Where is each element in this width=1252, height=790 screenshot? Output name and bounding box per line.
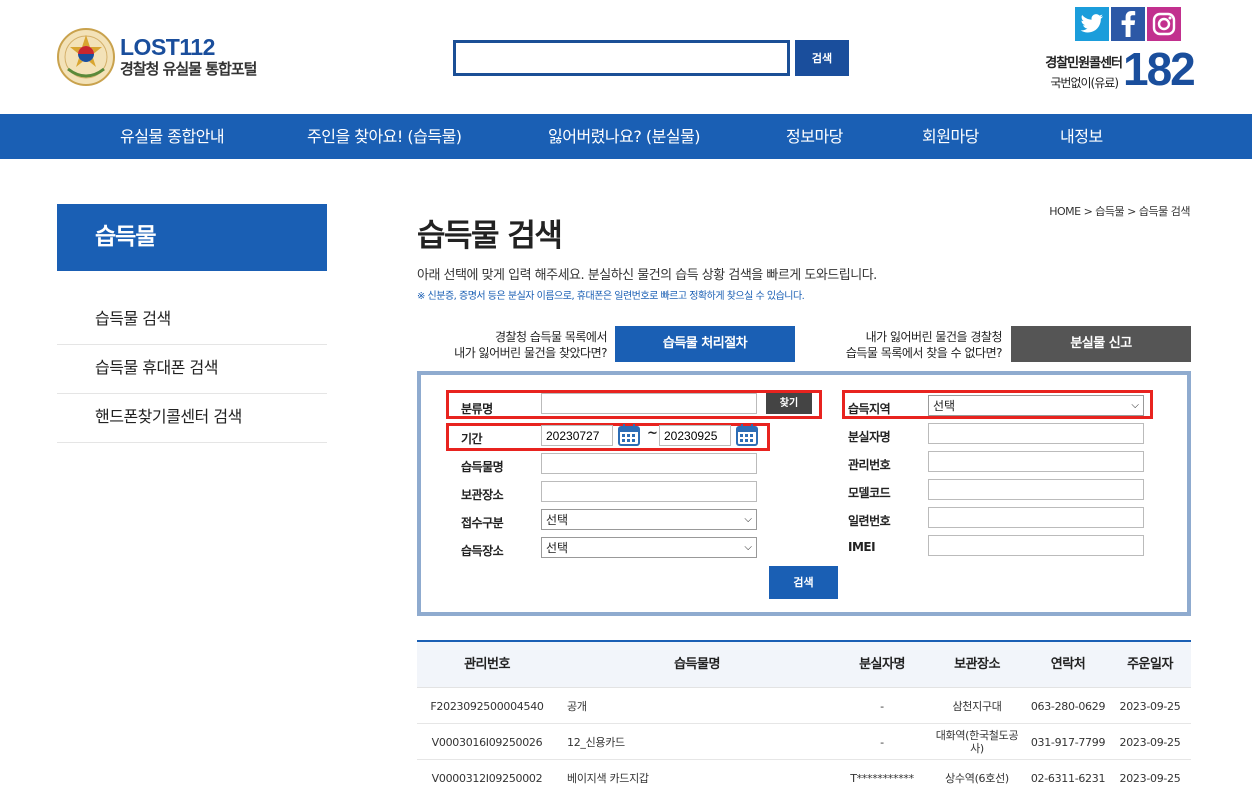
sidebar-title: 습득물 bbox=[57, 204, 327, 271]
nav-item-info[interactable]: 정보마당 bbox=[786, 114, 843, 159]
call-center-number: 182 bbox=[1123, 43, 1196, 95]
page-title: 습득물 검색 bbox=[417, 218, 563, 254]
nav-item-myinfo[interactable]: 내정보 bbox=[1060, 114, 1103, 159]
date-to-input[interactable] bbox=[659, 425, 731, 446]
place-select[interactable]: 선택 ⌵ bbox=[541, 537, 757, 558]
mgmt-number-input[interactable] bbox=[928, 451, 1144, 472]
call-center: 경찰민원콜센터 국번없이(유료) 182 bbox=[1030, 43, 1200, 95]
nav-item-lost[interactable]: 잃어버렸나요? (분실물) bbox=[548, 114, 701, 159]
instagram-icon[interactable] bbox=[1147, 7, 1181, 41]
imei-input[interactable] bbox=[928, 535, 1144, 556]
breadcrumb-current: 습득물 검색 bbox=[1138, 205, 1191, 218]
table-row[interactable]: F2023092500004540 공개 - 삼천지구대 063-280-062… bbox=[417, 688, 1191, 724]
place-label: 습득장소 bbox=[461, 544, 504, 558]
header-search: 검색 bbox=[453, 40, 849, 76]
sidebar-item-found-search[interactable]: 습득물 검색 bbox=[57, 296, 327, 345]
logo-subtitle: 경찰청 유실물 통합포털 bbox=[120, 60, 257, 78]
nav-item-found[interactable]: 주인을 찾아요! (습득물) bbox=[307, 114, 462, 159]
category-find-button[interactable]: 찾기 bbox=[766, 393, 812, 414]
chevron-right-icon: > bbox=[1083, 205, 1096, 218]
col-item-name: 습득물명 bbox=[674, 657, 720, 672]
chevron-down-icon: ⌵ bbox=[1131, 400, 1139, 411]
found-procedure-button[interactable]: 습득물 처리절차 bbox=[615, 326, 795, 362]
serial-number-input[interactable] bbox=[928, 507, 1144, 528]
logo-title: LOST112 bbox=[120, 34, 215, 60]
col-contact: 연락처 bbox=[1050, 657, 1086, 672]
breadcrumb-home[interactable]: HOME bbox=[1049, 205, 1081, 218]
breadcrumb: HOME > 습득물 > 습득물 검색 bbox=[1049, 203, 1190, 219]
period-label: 기간 bbox=[461, 432, 483, 446]
table-row[interactable]: V0000312I09250002 베이지색 카드지갑 T***********… bbox=[417, 760, 1191, 790]
table-header: 관리번호 습득물명 분실자명 보관장소 연락처 주운일자 bbox=[417, 642, 1191, 688]
receipt-select[interactable]: 선택 ⌵ bbox=[541, 509, 757, 530]
search-form: 분류명 찾기 기간 ~ 습득물명 보관장소 접수구분 선택⌵ 습득장소 선택⌵ … bbox=[417, 371, 1191, 616]
receipt-label: 접수구분 bbox=[461, 516, 504, 530]
date-separator: ~ bbox=[647, 426, 658, 441]
col-mgmt-number: 관리번호 bbox=[464, 657, 510, 672]
lost-report-button[interactable]: 분실물 신고 bbox=[1011, 326, 1191, 362]
category-label: 분류명 bbox=[461, 402, 493, 416]
promo-right-text: 내가 잃어버린 물건을 경찰청 습득물 목록에서 찾을 수 없다면? bbox=[845, 330, 1003, 360]
date-from-input[interactable] bbox=[541, 425, 613, 446]
page-description: 아래 선택에 맞게 입력 해주세요. 분실하신 물건의 습득 상황 검색을 빠르… bbox=[417, 268, 877, 283]
nav-item-member[interactable]: 회원마당 bbox=[922, 114, 979, 159]
item-name-input[interactable] bbox=[541, 453, 757, 474]
results-table: 관리번호 습득물명 분실자명 보관장소 연락처 주운일자 F2023092500… bbox=[417, 640, 1191, 790]
mgmt-number-label: 관리번호 bbox=[848, 458, 891, 472]
site-logo[interactable]: LOST112 경찰청 유실물 통합포털 bbox=[56, 27, 257, 87]
col-date: 주운일자 bbox=[1127, 657, 1173, 672]
police-emblem-icon bbox=[57, 28, 115, 86]
sidebar-item-phone-search[interactable]: 습득물 휴대폰 검색 bbox=[57, 345, 327, 394]
calendar-icon[interactable] bbox=[736, 424, 758, 446]
table-row[interactable]: V0003016I09250026 12_신용카드 - 대화역(한국철도공사) … bbox=[417, 724, 1191, 760]
site-header: LOST112 경찰청 유실물 통합포털 검색 경찰민원콜센터 국번없이(유료)… bbox=[0, 0, 1252, 114]
chevron-right-icon: > bbox=[1127, 205, 1139, 218]
serial-number-label: 일련번호 bbox=[848, 514, 891, 528]
owner-name-label: 분실자명 bbox=[848, 430, 891, 444]
page-note: ※ 신분증, 증명서 등은 분실자 이름으로, 휴대폰은 일련번호로 빠르고 정… bbox=[417, 291, 805, 302]
call-center-sub: 국번없이(유료) bbox=[1050, 76, 1119, 90]
twitter-icon[interactable] bbox=[1075, 7, 1109, 41]
call-center-label: 경찰민원콜센터 bbox=[1045, 56, 1123, 71]
owner-name-input[interactable] bbox=[928, 423, 1144, 444]
main-nav: 유실물 종합안내 주인을 찾아요! (습득물) 잃어버렸나요? (분실물) 정보… bbox=[0, 114, 1252, 159]
form-search-button[interactable]: 검색 bbox=[769, 566, 838, 599]
breadcrumb-found[interactable]: 습득물 bbox=[1095, 205, 1124, 218]
facebook-icon[interactable] bbox=[1111, 7, 1145, 41]
nav-item-guide[interactable]: 유실물 종합안내 bbox=[120, 114, 225, 159]
col-owner: 분실자명 bbox=[859, 657, 905, 672]
col-storage: 보관장소 bbox=[954, 657, 1000, 672]
model-code-label: 모델코드 bbox=[848, 486, 891, 500]
calendar-icon[interactable] bbox=[618, 424, 640, 446]
region-label: 습득지역 bbox=[848, 402, 891, 416]
chevron-down-icon: ⌵ bbox=[744, 514, 752, 525]
imei-label: IMEI bbox=[848, 540, 876, 554]
promo-left-text: 경찰청 습득물 목록에서 내가 잃어버린 물건을 찾았다면? bbox=[454, 330, 607, 360]
item-name-label: 습득물명 bbox=[461, 460, 504, 474]
model-code-input[interactable] bbox=[928, 479, 1144, 500]
header-search-input[interactable] bbox=[453, 40, 790, 76]
sidebar-item-callcenter-search[interactable]: 핸드폰찾기콜센터 검색 bbox=[57, 394, 327, 443]
storage-label: 보관장소 bbox=[461, 488, 504, 502]
chevron-down-icon: ⌵ bbox=[744, 542, 752, 553]
sns-links bbox=[1075, 7, 1181, 41]
category-input[interactable] bbox=[541, 393, 757, 414]
header-search-button[interactable]: 검색 bbox=[795, 40, 849, 76]
region-select[interactable]: 선택 ⌵ bbox=[928, 395, 1144, 416]
sidebar-menu: 습득물 검색 습득물 휴대폰 검색 핸드폰찾기콜센터 검색 bbox=[57, 296, 327, 443]
storage-input[interactable] bbox=[541, 481, 757, 502]
